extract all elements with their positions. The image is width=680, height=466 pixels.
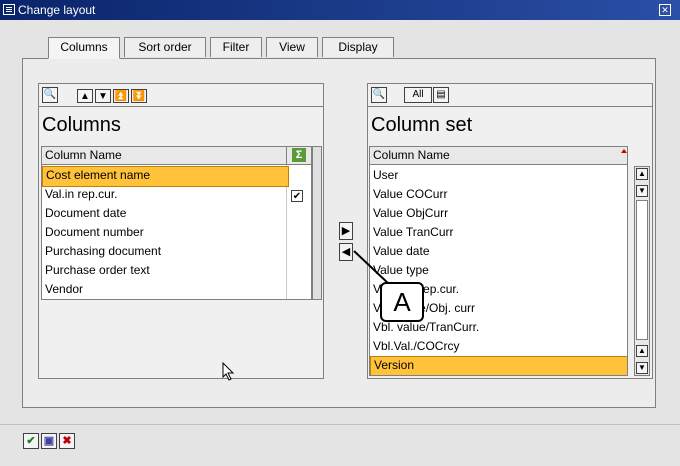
list-item[interactable]: Value ObjCurr <box>370 204 627 223</box>
scrollbar[interactable] <box>312 146 322 300</box>
tab-label: Columns <box>60 40 108 54</box>
scroll-down-icon[interactable]: ▼ <box>636 362 648 374</box>
scroll-down-icon[interactable]: ▼ <box>636 185 648 197</box>
tab-filter[interactable]: Filter <box>210 37 262 57</box>
title-bar: Change layout ✕ <box>0 0 680 20</box>
divider <box>367 106 653 107</box>
divider <box>38 106 324 107</box>
scroll-thumb[interactable] <box>636 200 648 340</box>
list-item[interactable]: Document date <box>42 204 287 223</box>
list-item[interactable]: User <box>370 166 627 185</box>
footer-bar <box>0 424 680 466</box>
find-icon[interactable]: 🔍 <box>42 87 58 103</box>
clipboard-icon[interactable]: ▤ <box>433 87 449 103</box>
tab-view[interactable]: View <box>266 37 318 57</box>
tab-label: Display <box>338 40 378 54</box>
move-right-button[interactable]: ▶ <box>339 222 353 240</box>
confirm-icon[interactable]: ✔ <box>23 433 39 449</box>
sum-checkbox[interactable]: ✔ <box>291 190 303 202</box>
list-item[interactable]: Vbl.Val./COCrcy <box>370 337 627 356</box>
list-item[interactable]: Purchasing document <box>42 242 287 261</box>
tab-label: Sort order <box>138 40 192 54</box>
tab-label: View <box>279 40 305 54</box>
list-item[interactable]: Val.in rep.cur. <box>42 185 287 204</box>
layout-icon <box>3 4 15 15</box>
filter-all-label: All <box>412 89 424 100</box>
list-item[interactable]: Value TranCurr <box>370 223 627 242</box>
sum-icon[interactable]: Σ <box>292 148 306 162</box>
window-title: Change layout <box>18 3 96 17</box>
list-item[interactable]: Value COCurr <box>370 185 627 204</box>
move-down-icon[interactable]: ▼ <box>95 89 111 103</box>
tab-columns[interactable]: Columns <box>48 37 120 59</box>
cancel-icon[interactable]: ✖ <box>59 433 75 449</box>
list-item[interactable]: Document number <box>42 223 287 242</box>
tab-display[interactable]: Display <box>322 37 394 57</box>
column-header: Column Name <box>42 147 311 165</box>
save-icon[interactable]: ▣ <box>41 433 57 449</box>
list-item[interactable]: Vendor <box>42 280 287 299</box>
sort-indicator-icon <box>621 149 627 153</box>
tab-label: Filter <box>222 40 250 54</box>
columns-title: Columns <box>42 114 121 136</box>
columns-grid: Column Name Σ Cost element name Val.in r… <box>41 146 312 300</box>
mouse-cursor-icon <box>222 362 235 381</box>
filter-all-button[interactable]: All <box>404 87 432 103</box>
list-item[interactable]: Version <box>370 356 627 375</box>
scroll-up-icon[interactable]: ▲ <box>636 345 648 357</box>
close-icon[interactable]: ✕ <box>659 4 671 16</box>
tab-sort-order[interactable]: Sort order <box>124 37 206 57</box>
move-top-icon[interactable]: ⏫ <box>113 89 129 103</box>
callout-a: A <box>380 282 424 322</box>
list-item[interactable]: Purchase order text <box>42 261 287 280</box>
move-bottom-icon[interactable]: ⏬ <box>131 89 147 103</box>
column-set-title: Column set <box>371 114 473 136</box>
scroll-up-icon[interactable]: ▲ <box>636 168 648 180</box>
move-up-icon[interactable]: ▲ <box>77 89 93 103</box>
list-item[interactable]: Cost element name <box>42 166 289 187</box>
column-header: Column Name <box>370 147 627 165</box>
find-icon[interactable]: 🔍 <box>371 87 387 103</box>
